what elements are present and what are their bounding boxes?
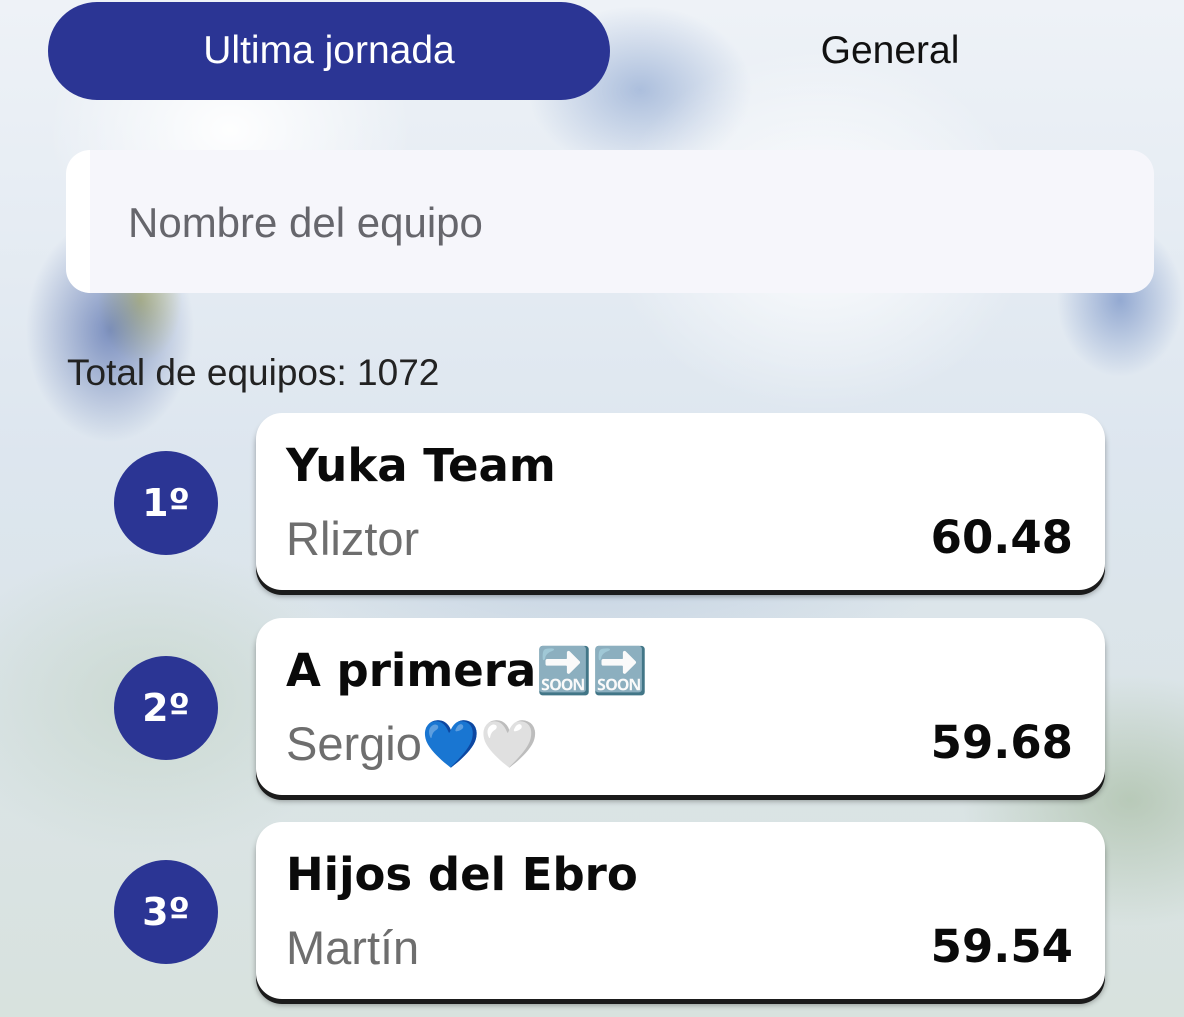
team-card[interactable]: Yuka Team Rliztor 60.48 [256,413,1105,590]
team-owner: Martín [286,921,420,974]
team-name: Hijos del Ebro [286,848,638,901]
team-points: 59.68 [930,716,1073,769]
team-search-input[interactable] [126,150,1130,295]
team-points: 60.48 [930,511,1073,564]
team-card[interactable]: A primera🔜🔜 Sergio💙🤍 59.68 [256,618,1105,795]
team-name: A primera🔜🔜 [286,644,649,697]
team-owner: Rliztor [286,512,420,565]
rank-badge: 2º [114,656,218,760]
ranking-row: 3º Hijos del Ebro Martín 59.54 [0,822,1184,1002]
team-owner: Sergio💙🤍 [286,717,539,770]
total-teams-count: Total de equipos: 1072 [67,352,440,393]
ranking-row: 1º Yuka Team Rliztor 60.48 [0,413,1184,593]
search-box[interactable] [66,150,1154,295]
team-name: Yuka Team [286,439,556,492]
rank-badge: 3º [114,860,218,964]
tab-ultima-jornada[interactable]: Ultima jornada [48,2,610,100]
team-points: 59.54 [930,920,1073,973]
tab-general[interactable]: General [610,2,1170,100]
team-card[interactable]: Hijos del Ebro Martín 59.54 [256,822,1105,999]
ranking-row: 2º A primera🔜🔜 Sergio💙🤍 59.68 [0,618,1184,798]
rank-badge: 1º [114,451,218,555]
